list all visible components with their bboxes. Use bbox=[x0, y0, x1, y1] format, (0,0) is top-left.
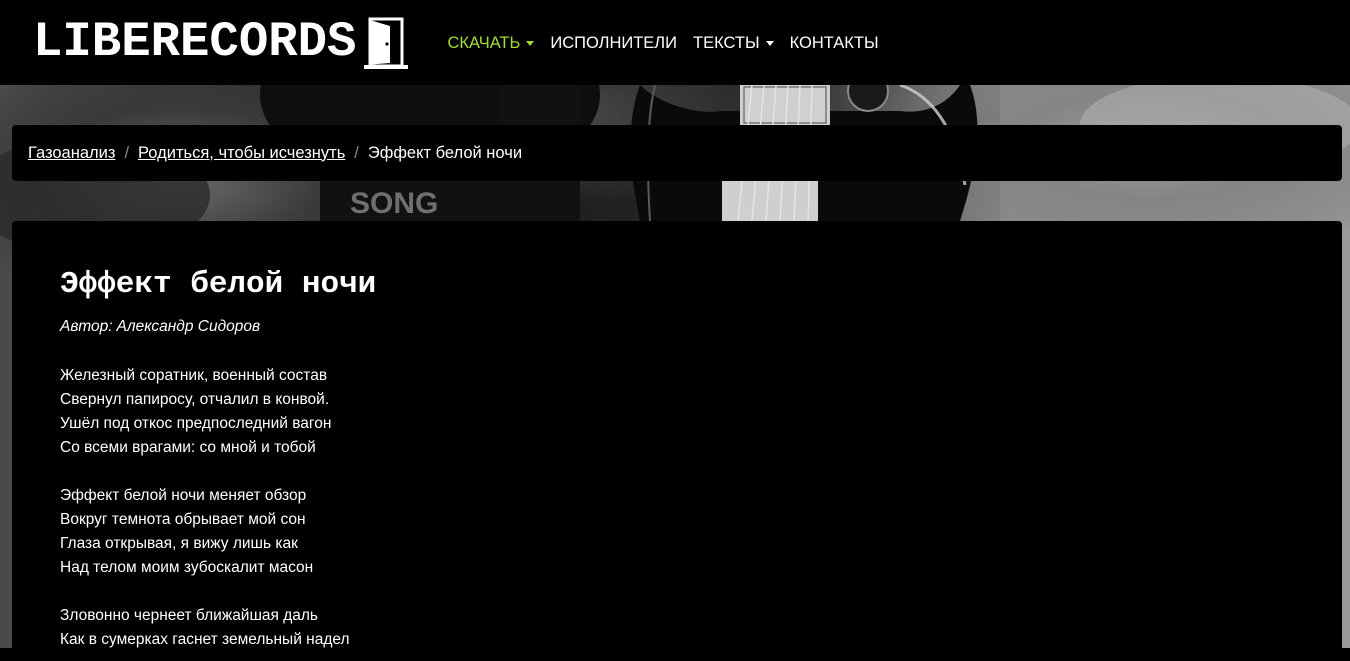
lyrics-line: Ушёл под откос предпоследний вагон bbox=[60, 415, 332, 432]
breadcrumb-separator: / bbox=[354, 143, 359, 162]
lyrics-line: Как в сумерках гаснет земельный надел bbox=[60, 631, 350, 648]
nav-item-label: ТЕКСТЫ bbox=[693, 34, 760, 52]
main-nav: СКАЧАТЬ ИСПОЛНИТЕЛИ ТЕКСТЫ КОНТАКТЫ bbox=[439, 34, 886, 53]
lyrics-line: Эффект белой ночи меняет обзор bbox=[60, 487, 307, 504]
breadcrumb-current: Эффект белой ночи bbox=[367, 143, 523, 162]
breadcrumb-link-album[interactable]: Родиться, чтобы исчезнуть bbox=[138, 144, 345, 163]
brand-logo-link[interactable]: LIBERECORDS bbox=[33, 14, 409, 70]
song-lyrics: Железный соратник, военный состав Сверну… bbox=[60, 364, 1342, 652]
lyrics-line: Железный соратник, военный состав bbox=[60, 367, 328, 384]
breadcrumb-link-artist[interactable]: Газоанализ bbox=[28, 144, 115, 163]
caret-down-icon bbox=[765, 41, 774, 46]
lyrics-stanza: Эффект белой ночи меняет обзор Вокруг те… bbox=[60, 484, 1342, 580]
lyrics-stanza: Зловонно чернеет ближайшая даль Как в су… bbox=[60, 604, 1342, 652]
svg-text:SONG: SONG bbox=[350, 187, 438, 220]
song-author: Автор: Александр Сидоров bbox=[60, 318, 1342, 336]
brand-name: LIBERECORDS bbox=[33, 14, 357, 70]
lyrics-line: Глаза открывая, я вижу лишь как bbox=[60, 535, 298, 552]
nav-item-lyrics[interactable]: ТЕКСТЫ bbox=[685, 34, 782, 53]
nav-item-label: ИСПОЛНИТЕЛИ bbox=[550, 34, 677, 52]
navbar: LIBERECORDS СКАЧАТЬ ИСПОЛНИТЕЛИ ТЕКСТЫ К… bbox=[0, 0, 1350, 85]
lyrics-line: Вокруг темнота обрывает мой сон bbox=[60, 511, 306, 528]
lyrics-stanza: Железный соратник, военный состав Сверну… bbox=[60, 364, 1342, 460]
door-icon bbox=[364, 17, 409, 69]
nav-item-contacts[interactable]: КОНТАКТЫ bbox=[782, 34, 887, 53]
lyrics-line: Свернул папиросу, отчалил в конвой. bbox=[60, 391, 330, 408]
breadcrumb: Газоанализ / Родиться, чтобы исчезнуть /… bbox=[12, 125, 1342, 181]
song-title: Эффект белой ночи bbox=[60, 267, 377, 302]
author-name: Александр Сидоров bbox=[116, 318, 261, 335]
author-label: Автор: bbox=[60, 318, 113, 335]
nav-item-artists[interactable]: ИСПОЛНИТЕЛИ bbox=[542, 34, 685, 53]
lyrics-card: Эффект белой ночи Автор: Александр Сидоро… bbox=[12, 221, 1342, 661]
lyrics-line: Зловонно чернеет ближайшая даль bbox=[60, 607, 319, 624]
caret-down-icon bbox=[526, 41, 535, 46]
lyrics-line: Над телом моим зубоскалит масон bbox=[60, 559, 314, 576]
nav-item-label: КОНТАКТЫ bbox=[789, 34, 879, 52]
lyrics-line: Со всеми врагами: со мной и тобой bbox=[60, 439, 316, 456]
nav-item-label: СКАЧАТЬ bbox=[447, 34, 521, 52]
nav-item-download[interactable]: СКАЧАТЬ bbox=[439, 34, 542, 53]
breadcrumb-separator: / bbox=[124, 143, 130, 162]
